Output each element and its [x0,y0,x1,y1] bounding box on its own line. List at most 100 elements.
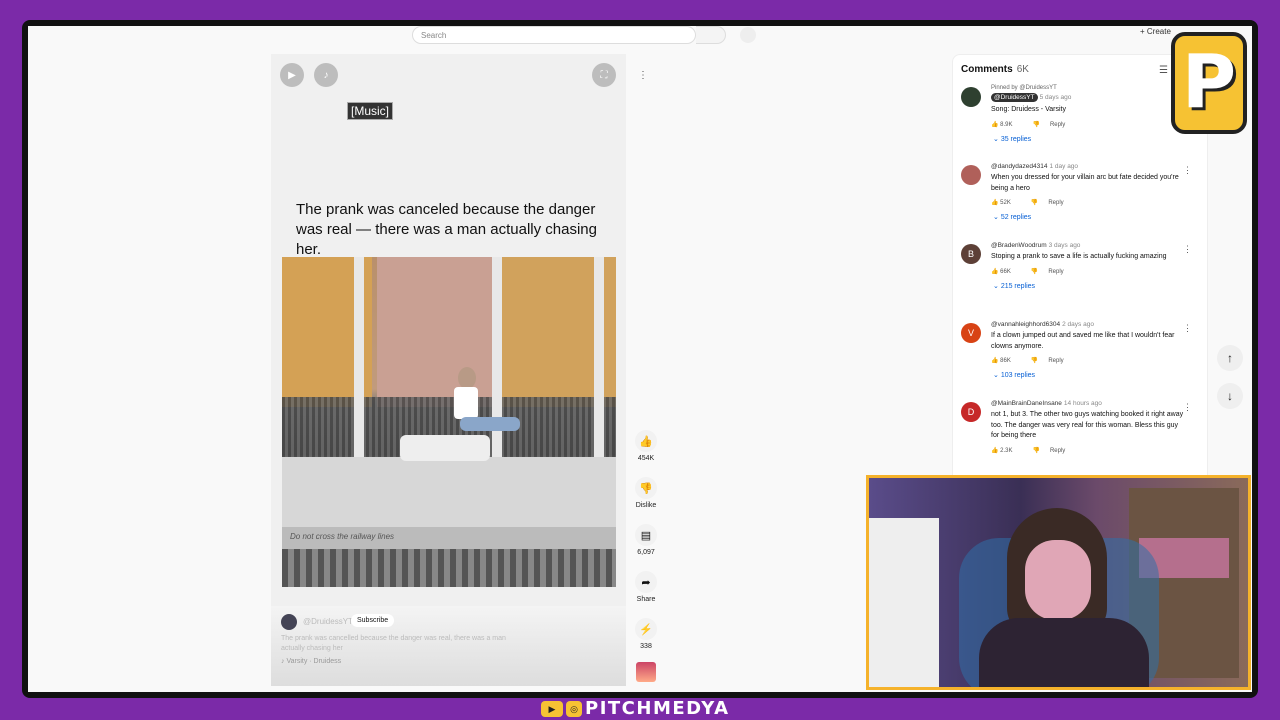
next-video-button[interactable]: ↓ [1217,383,1243,409]
mic-icon[interactable] [740,27,756,43]
view-replies-button[interactable]: ⌄ 215 replies [993,282,1186,290]
song-link[interactable]: ♪ Varsity · Druidess [281,658,341,665]
play-icon[interactable]: ▶ [280,63,304,87]
share-button[interactable]: ➦ Share [626,571,666,603]
like-count: 454K [637,455,655,462]
seated-person [450,367,520,459]
comment-body: @vannahleighhord6304 2 days ago If a clown… [991,321,1186,379]
channel-avatar[interactable] [281,614,297,630]
more-options-icon[interactable]: ⋮ [631,63,655,87]
create-label: Create [1146,27,1171,36]
chevron-down-icon: ⌄ [993,214,1001,221]
previous-video-button[interactable]: ↑ [1217,345,1243,371]
comment-dislike-icon[interactable]: 👎 [1031,358,1038,364]
sound-thumbnail[interactable] [636,662,656,682]
view-replies-button[interactable]: ⌄ 103 replies [993,371,1186,379]
dislike-button[interactable]: 👎 Dislike [626,477,666,509]
comment-like-button[interactable]: 👍 52K [991,200,1021,206]
comment-dislike-icon[interactable]: 👎 [1032,122,1039,128]
reply-button[interactable]: Reply [1050,448,1065,454]
overlay-caption: The prank was canceled because the dange… [296,201,597,258]
comments-count: 6K [1016,64,1029,75]
comment-author[interactable]: @BradenWoodrum [991,242,1047,249]
search-input[interactable]: Search [412,26,696,44]
comment-icon: ▤ [635,524,657,546]
commenter-avatar[interactable]: V [961,323,981,343]
commenter-avatar[interactable] [961,87,981,107]
comment-actions: 👍 66K 👎 Reply [991,268,1186,275]
dislike-label: Dislike [635,502,657,509]
comment-menu-icon[interactable]: ⋮ [1183,402,1192,413]
comment-like-button[interactable]: 👍 8.9K [991,122,1022,128]
reply-button[interactable]: Reply [1048,200,1063,206]
comment-author-line: @dandydazed4314 1 day ago [991,163,1186,170]
replies-count: 35 replies [1000,135,1032,143]
comment-like-count: 86K [1000,358,1011,364]
comment-author[interactable]: @MainBrainDaneInsane [991,400,1062,407]
comment-author-line: @DruidessYT 5 days ago [991,91,1186,102]
share-icon: ➦ [635,571,657,593]
commenter-avatar[interactable] [961,165,981,185]
comments-header: Comments 6K [961,64,1029,75]
comment-author[interactable]: @dandydazed4314 [991,163,1047,170]
comment-menu-icon[interactable]: ⋮ [1183,165,1192,176]
comment-time[interactable]: 1 day ago [1049,163,1078,170]
comment-text: Song: Druidess - Varsity [991,106,1066,113]
comment-like-button[interactable]: 👍 2.3K [991,448,1022,454]
person-head [458,367,476,389]
reply-button[interactable]: Reply [1048,269,1063,275]
view-replies-button[interactable]: ⌄ 35 replies [993,135,1186,143]
brand-footer: ▶ ◎ PITCHMEDYA [541,698,730,719]
comment-author[interactable]: @DruidessYT [991,93,1038,102]
comment-body: @MainBrainDaneInsane 14 hours ago not 1, b… [991,400,1186,454]
comment-dislike-icon[interactable]: 👎 [1032,448,1039,454]
comment-author-line: @BradenWoodrum 3 days ago [991,242,1186,249]
video-meta: @DruidessYT Subscribe The prank was canc… [271,606,626,686]
sort-icon[interactable]: ☰ [1159,65,1168,76]
search-button[interactable] [696,26,726,44]
comment-dislike-icon[interactable]: 👎 [1031,269,1038,275]
comment-like-button[interactable]: 👍 66K [991,269,1021,275]
comment-like-count: 52K [1000,200,1011,206]
comments-button[interactable]: ▤ 6,097 [626,524,666,556]
pillar [594,257,604,467]
comment-actions: 👍 86K 👎 Reply [991,357,1186,364]
pillar [492,257,502,467]
reply-button[interactable]: Reply [1050,122,1065,128]
background-monitor [869,518,939,687]
comment-time[interactable]: 3 days ago [1049,242,1081,249]
brand-name: PITCHMEDYA [585,698,730,719]
streamer-webcam [866,475,1251,690]
comment-author-line: @MainBrainDaneInsane 14 hours ago [991,400,1186,407]
comment-author-line: @vannahleighhord6304 2 days ago [991,321,1186,328]
comment-author[interactable]: @vannahleighhord6304 [991,321,1060,328]
commenter-avatar[interactable]: B [961,244,981,264]
shorts-player[interactable]: ▶ ♪ ⛶ ⋮ [Music] The prank was canceled b… [271,54,648,684]
fullscreen-icon[interactable]: ⛶ [592,63,616,87]
person-legs [460,417,520,431]
comment-time[interactable]: 14 hours ago [1064,400,1102,407]
video-frame[interactable]: Do not cross the railway lines [282,257,616,587]
comment-actions: 👍 52K 👎 Reply [991,199,1186,206]
create-button[interactable]: + Create [1140,27,1171,36]
remix-button[interactable]: ⚡ 338 [626,618,666,650]
comment-menu-icon[interactable]: ⋮ [1183,244,1192,255]
subscribe-button[interactable]: Subscribe [351,614,395,627]
view-replies-button[interactable]: ⌄ 52 replies [993,213,1186,221]
comment-dislike-icon[interactable]: 👎 [1031,200,1038,206]
thumbs-down-icon: 👎 [635,477,657,499]
channel-name[interactable]: @DruidessYT [303,617,353,626]
comment-like-button[interactable]: 👍 86K [991,358,1021,364]
like-button[interactable]: 👍 454K [626,430,666,462]
comment-body: Pinned by @DruidessYT @DruidessYT 5 days a… [991,85,1186,143]
commenter-avatar[interactable]: D [961,402,981,422]
volume-icon[interactable]: ♪ [314,63,338,87]
song-label: Varsity · Druidess [286,658,342,665]
music-caption: [Music] [347,102,394,120]
youtube-icon: ▶ [541,700,563,717]
comment-time[interactable]: 5 days ago [1040,94,1072,101]
comment-menu-icon[interactable]: ⋮ [1183,323,1192,334]
reply-button[interactable]: Reply [1048,358,1063,364]
comment-time[interactable]: 2 days ago [1062,321,1094,328]
replies-count: 52 replies [1000,214,1032,221]
